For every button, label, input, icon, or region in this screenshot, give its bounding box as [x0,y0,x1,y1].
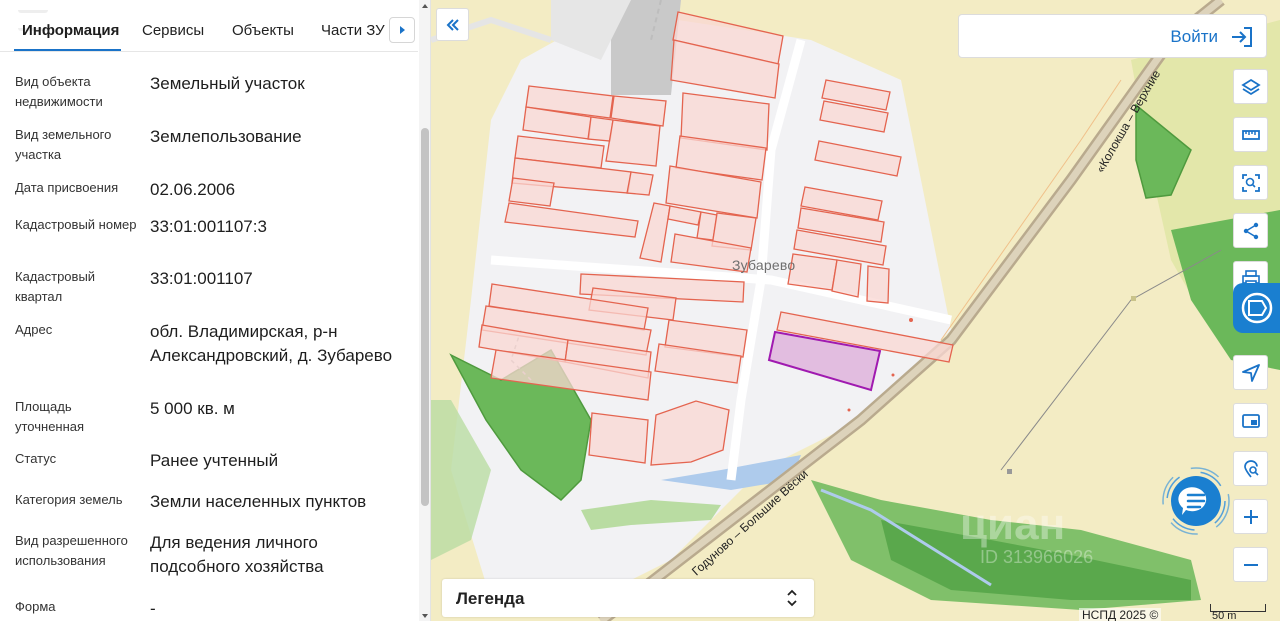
double-chevron-left-icon [446,18,459,31]
layers-icon [1240,78,1261,95]
attribute-label: Вид земельного участка [15,127,112,162]
map-graphics [431,0,1280,621]
service-logo-icon [1241,292,1272,324]
attribute-label: Вид объекта недвижимости [15,74,103,109]
tabs-scroll-right-button[interactable] [389,17,415,43]
attribute-value: - [150,599,156,618]
map-canvas[interactable]: Зубарево Годуново – Большие Вёски «Колок… [431,0,1280,621]
attribute-list: Вид объекта недвижимости Земельный участ… [0,52,418,621]
login-label: Войти [1170,27,1218,46]
tab-objects[interactable]: Объекты [232,22,294,39]
cadastral-quarter-value: 33:01:001107 [150,269,253,288]
tab-services[interactable]: Сервисы [142,22,204,39]
attribute-label: Статус [15,451,57,466]
land-category-value: Земли населенных пунктов [150,492,367,511]
attribute-value: 02.06.2006 [150,180,236,199]
minimap-button[interactable] [1233,403,1268,438]
area-select-button[interactable] [1233,165,1268,200]
app-root: Информация Сервисы Объекты Части ЗУ Вид … [0,0,1280,621]
chevron-right-icon [400,26,405,34]
panel-handle[interactable] [18,0,90,31]
attribute-label: Адрес [15,322,53,337]
legend-toggle[interactable]: Легенда [442,579,814,617]
collapse-panel-button[interactable] [436,8,469,41]
minus-icon [1243,563,1258,566]
zoom-in-button[interactable] [1233,499,1268,534]
map-attribution: НСПД 2025 © [1079,608,1162,621]
share-icon [1243,222,1258,239]
ruler-icon [1241,129,1260,140]
attribute-value: Земельный участок [150,74,305,93]
watermark-id: ID 313966026 [980,547,1094,567]
service-logo-button[interactable] [1233,283,1280,333]
measure-button[interactable] [1233,117,1268,152]
active-tab-indicator [14,49,121,51]
tab-information[interactable]: Информация [22,22,119,39]
watermark: циан [960,500,1066,549]
zoom-out-button[interactable] [1233,547,1268,582]
tab-bar: Информация Сервисы Объекты Части ЗУ [0,10,418,52]
minimap-icon [1241,413,1260,428]
legend-label: Легенда [456,589,525,608]
layers-button[interactable] [1233,69,1268,104]
settlement-label: Зубарево [732,257,796,273]
attribute-label: Кадастровый квартал [15,269,96,304]
info-panel: Информация Сервисы Объекты Части ЗУ Вид … [0,0,431,621]
area-value: 5 000 кв. м [150,399,235,418]
expand-collapse-icon [787,589,797,607]
scrollbar-thumb[interactable] [421,128,429,506]
tab-parcel-parts[interactable]: Части ЗУ [321,22,385,39]
chat-button[interactable] [1158,465,1234,541]
location-search-icon [1243,459,1259,478]
attribute-label: Кадастровый номер [15,217,137,232]
geo-search-button[interactable] [1233,451,1268,486]
panel-scrollbar[interactable] [419,0,430,621]
attribute-label: Дата присвоения [15,180,119,195]
navigation-arrow-icon [1241,363,1260,382]
login-icon [1232,27,1252,47]
status-value: Ранее учтенный [150,451,279,470]
share-button[interactable] [1233,213,1268,248]
permitted-use-value: Для ведения личного подсобного хозяйства [150,533,324,576]
attribute-label: Форма [15,599,56,614]
attribute-label: Категория земель [15,492,123,507]
select-area-icon [1241,173,1260,192]
attribute-value: Землепользование [150,127,302,146]
attribute-label: Площадь уточненная [15,399,85,434]
attribute-label: Вид разрешенного использования [15,533,128,568]
scroll-down-icon[interactable] [422,614,428,618]
plus-icon [1243,509,1258,524]
scale-label: 50 m [1212,610,1237,621]
scroll-up-icon[interactable] [422,4,428,8]
cadastral-number-value: 33:01:001107:3 [150,217,267,236]
address-value: обл. Владимирская, р-н Александровский, … [150,322,393,365]
login-button[interactable]: Войти [958,14,1267,58]
locate-button[interactable] [1233,355,1268,390]
